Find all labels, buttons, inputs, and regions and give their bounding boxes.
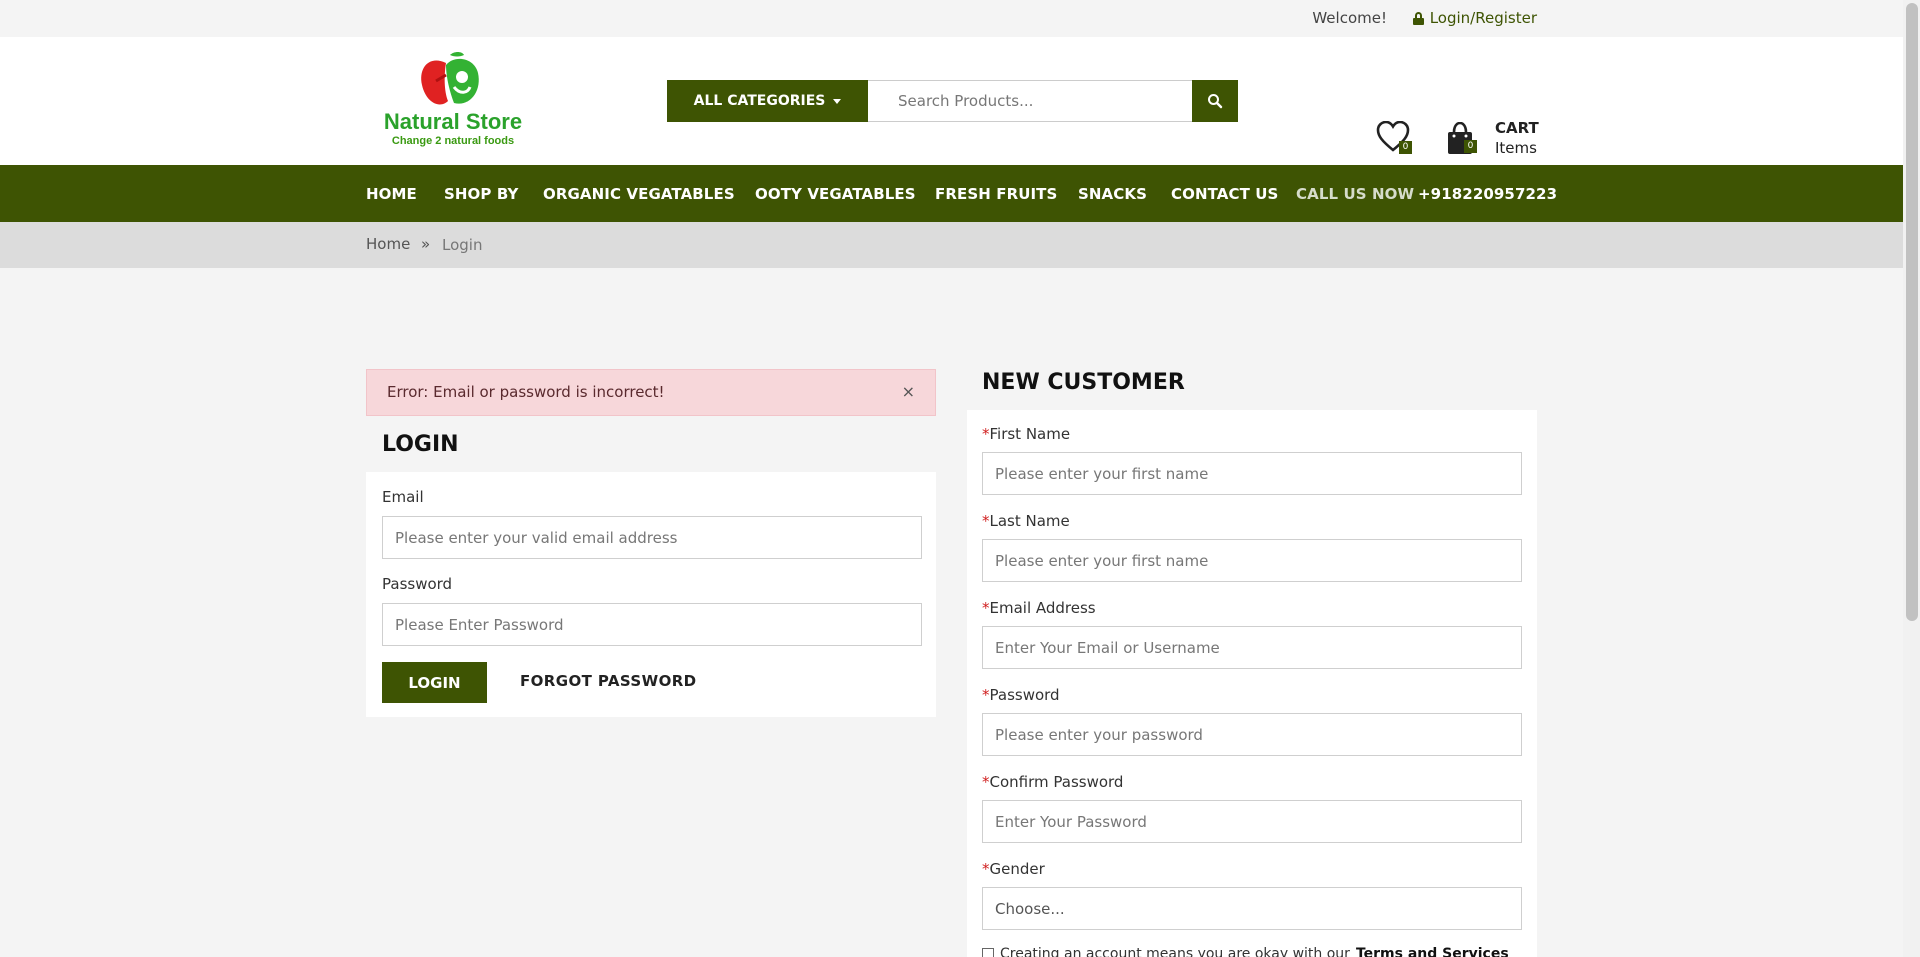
login-password-input[interactable]: Please Enter Password: [382, 603, 922, 646]
search-bar: ALL CATEGORIES Search Products...: [667, 80, 1238, 122]
call-us-label: CALL US NOW: [1296, 185, 1415, 203]
all-categories-dropdown[interactable]: ALL CATEGORIES: [667, 80, 868, 122]
last-name-label: *Last Name: [982, 512, 1070, 530]
last-name-input[interactable]: Please enter your first name: [982, 539, 1522, 582]
nav-item-contact-us[interactable]: CONTACT US: [1171, 185, 1278, 203]
store-logo[interactable]: Natural Store Change 2 natural foods: [378, 51, 528, 151]
error-message: Error: Email or password is incorrect!: [387, 383, 665, 401]
terms-link[interactable]: Terms and Services: [1356, 946, 1509, 957]
login-title: LOGIN: [382, 432, 459, 457]
search-icon: [1208, 94, 1223, 109]
confirm-password-input[interactable]: Enter Your Password: [982, 800, 1522, 843]
site-header: Natural Store Change 2 natural foods ALL…: [0, 37, 1920, 165]
nav-item-organic-vegatables[interactable]: ORGANIC VEGATABLES: [543, 185, 735, 203]
email-address-label: *Email Address: [982, 599, 1096, 617]
error-alert: Error: Email or password is incorrect! ×: [366, 369, 936, 416]
page-scrollbar[interactable]: [1903, 0, 1920, 957]
terms-checkbox[interactable]: [982, 948, 994, 957]
new-customer-title: NEW CUSTOMER: [982, 370, 1185, 395]
top-utility-bar: Welcome! Login/Register: [0, 0, 1920, 37]
first-name-label: *First Name: [982, 425, 1071, 443]
nav-item-ooty-vegatables[interactable]: OOTY VEGATABLES: [755, 185, 916, 203]
first-name-input[interactable]: Please enter your first name: [982, 452, 1522, 495]
welcome-text: Welcome!: [1312, 9, 1387, 27]
double-chevron-right-icon: »: [421, 235, 431, 253]
scrollbar-thumb[interactable]: [1906, 3, 1918, 621]
caret-down-icon: [833, 98, 842, 104]
login-register-label: Login/Register: [1429, 9, 1537, 27]
login-register-link[interactable]: Login/Register: [1412, 9, 1537, 27]
login-email-input[interactable]: Please enter your valid email address: [382, 516, 922, 559]
gender-label: *Gender: [982, 860, 1045, 878]
terms-row: Creating an account means you are okay w…: [982, 946, 1509, 957]
close-icon[interactable]: ×: [902, 382, 915, 401]
login-button[interactable]: LOGIN: [382, 662, 487, 703]
all-categories-label: ALL CATEGORIES: [693, 93, 826, 109]
register-password-input[interactable]: Please enter your password: [982, 713, 1522, 756]
login-email-label: Email: [382, 488, 424, 506]
apple-logo-icon: [421, 52, 479, 105]
required-mark: *: [982, 599, 990, 617]
cart-count-badge: 0: [1464, 140, 1477, 153]
login-password-label: Password: [382, 575, 453, 593]
logo-tagline: Change 2 natural foods: [391, 135, 515, 147]
search-input[interactable]: Search Products...: [868, 80, 1192, 122]
forgot-password-link[interactable]: FORGOT PASSWORD: [520, 672, 697, 690]
breadcrumb: Home » Login: [0, 222, 1920, 268]
search-button[interactable]: [1192, 80, 1238, 122]
required-mark: *: [982, 512, 990, 530]
register-email-input[interactable]: Enter Your Email or Username: [982, 626, 1522, 669]
cart-title: CART: [1495, 119, 1539, 137]
cart-subtitle: Items: [1495, 139, 1537, 157]
breadcrumb-current: Login: [442, 236, 483, 254]
register-password-label: *Password: [982, 686, 1060, 704]
required-mark: *: [982, 860, 990, 878]
logo-name: Natural Store: [383, 109, 523, 134]
gender-selected-value: Choose...: [995, 899, 1065, 918]
wishlist-button[interactable]: 0: [1376, 120, 1416, 161]
confirm-password-label: *Confirm Password: [982, 773, 1124, 791]
gender-select[interactable]: Choose...: [982, 887, 1522, 930]
phone-number[interactable]: +918220957223: [1418, 185, 1557, 203]
required-mark: *: [982, 425, 990, 443]
required-mark: *: [982, 686, 990, 704]
nav-item-snacks[interactable]: SNACKS: [1078, 185, 1147, 203]
cart-label[interactable]: CART Items: [1495, 118, 1539, 158]
breadcrumb-home-link[interactable]: Home: [366, 235, 410, 253]
terms-text: Creating an account means you are okay w…: [1000, 946, 1350, 957]
nav-item-shop-by[interactable]: SHOP BY: [444, 185, 519, 203]
main-navigation: HOME SHOP BY ORGANIC VEGATABLES OOTY VEG…: [0, 165, 1920, 222]
wishlist-count-badge: 0: [1399, 141, 1412, 154]
nav-item-home[interactable]: HOME: [366, 185, 417, 203]
nav-item-fresh-fruits[interactable]: FRESH FRUITS: [935, 185, 1057, 203]
cart-button[interactable]: 0: [1446, 121, 1486, 162]
required-mark: *: [982, 773, 990, 791]
lock-icon: [1412, 11, 1424, 25]
